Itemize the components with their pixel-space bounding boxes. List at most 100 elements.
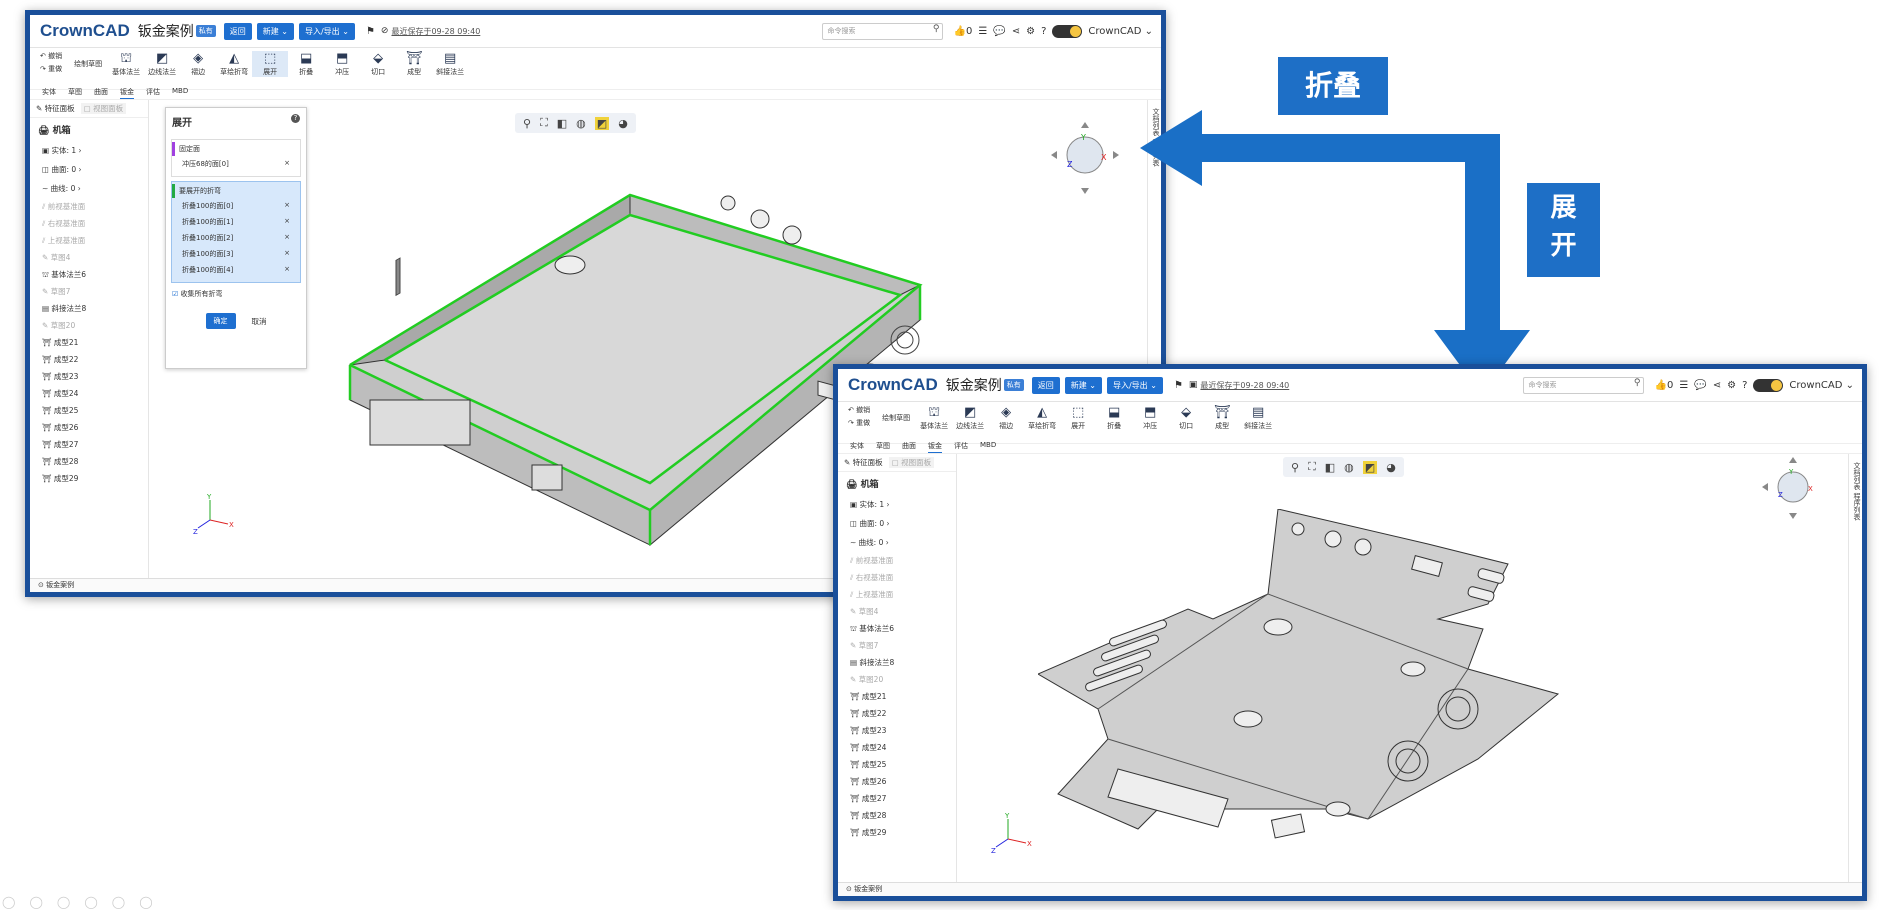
like-icon[interactable]: 👍0: [953, 26, 972, 37]
list-icon[interactable]: ☰: [978, 26, 987, 37]
tab-sheet-metal[interactable]: 钣金: [120, 87, 134, 99]
tree-item[interactable]: ⛩ 成型21: [838, 688, 956, 705]
remove-icon[interactable]: ×: [284, 233, 290, 243]
view-cube-icon[interactable]: ◧: [1325, 461, 1335, 474]
import-export-button[interactable]: 导入/导出 ⌄: [1106, 376, 1163, 394]
tree-item[interactable]: ⛩ 成型22: [838, 705, 956, 722]
tool-base-flange[interactable]: ⛫ 基体法兰: [916, 405, 952, 431]
ok-button[interactable]: 确定: [205, 313, 236, 329]
tree-item[interactable]: ⛩ 成型23: [838, 722, 956, 739]
tab-feature-panel[interactable]: ✎ 特征面板: [36, 103, 75, 114]
tree-item[interactable]: ✎ 草图7: [838, 637, 956, 654]
tree-item[interactable]: ⫽ 右视基准面: [838, 569, 956, 586]
sketch-button[interactable]: 绘制草图: [68, 51, 108, 69]
solid-count[interactable]: ▣ 实体: 1 ›: [30, 141, 148, 160]
display-mode-icon[interactable]: ◕: [1386, 461, 1396, 474]
tree-item[interactable]: ▤ 斜接法兰8: [30, 300, 148, 317]
tool-cut[interactable]: ⬙ 切口: [360, 51, 396, 77]
tab-solid[interactable]: 实体: [850, 441, 864, 453]
tab-view-panel[interactable]: ▢ 视图面板: [80, 103, 127, 114]
tab-evaluate[interactable]: 评估: [954, 441, 968, 453]
tree-item[interactable]: ⛩ 成型27: [838, 790, 956, 807]
redo-button[interactable]: ↷ 重做: [848, 418, 870, 428]
like-icon[interactable]: 👍0: [1654, 380, 1673, 391]
new-button[interactable]: 新建 ⌄: [256, 22, 294, 40]
bend-selection[interactable]: 折叠100的面[3] ×: [172, 246, 300, 262]
tree-item[interactable]: ⛩ 成型24: [838, 739, 956, 756]
gear-icon[interactable]: ⚙: [1026, 26, 1035, 37]
fixed-face-selection[interactable]: 冲压68的面[0] ×: [172, 156, 300, 172]
zoom-icon[interactable]: ⚲: [523, 117, 531, 130]
tab-solid[interactable]: 实体: [42, 87, 56, 99]
undo-button[interactable]: ↶ 撤销: [848, 405, 870, 415]
user-menu[interactable]: CrownCAD ⌄: [1789, 380, 1854, 391]
fit-view-icon[interactable]: ⛶: [1308, 460, 1316, 474]
tree-item[interactable]: ⛩ 成型26: [30, 419, 148, 436]
tree-item[interactable]: ⛩ 成型29: [838, 824, 956, 841]
help-icon[interactable]: ?: [1742, 380, 1747, 391]
tree-item[interactable]: ✎ 草图7: [30, 283, 148, 300]
tree-item[interactable]: ⫽ 上视基准面: [30, 232, 148, 249]
shaded-icon[interactable]: ◩: [1362, 460, 1378, 474]
tree-root[interactable]: 🖨 机箱: [30, 118, 148, 141]
fixed-face-group[interactable]: 固定面 冲压68的面[0] ×: [171, 139, 301, 177]
collect-all-bends-checkbox[interactable]: ☑ 收集所有折弯: [172, 289, 300, 299]
tool-fold[interactable]: ⬓ 折叠: [288, 51, 324, 77]
tree-item[interactable]: ⛩ 成型25: [838, 756, 956, 773]
new-button[interactable]: 新建 ⌄: [1064, 376, 1102, 394]
unfolded-model-viewport[interactable]: [1038, 509, 1598, 869]
tree-item[interactable]: ✎ 草图4: [30, 249, 148, 266]
remove-icon[interactable]: ×: [284, 159, 290, 169]
comment-icon[interactable]: 💬: [993, 26, 1005, 37]
tool-sketch-bend[interactable]: ◭ 草绘折弯: [1024, 405, 1060, 431]
tool-hem[interactable]: ◈ 褶边: [180, 51, 216, 77]
tree-item[interactable]: ⫽ 前视基准面: [30, 198, 148, 215]
view-cube[interactable]: Y X Z: [1045, 110, 1125, 200]
tab-sketch[interactable]: 草图: [876, 441, 890, 453]
comment-icon[interactable]: 💬: [1694, 380, 1706, 391]
tab-surface[interactable]: 曲面: [902, 441, 916, 453]
surface-count[interactable]: ◫ 曲面: 0 ›: [30, 160, 148, 179]
tree-item[interactable]: ⛫ 基体法兰6: [30, 266, 148, 283]
tree-item[interactable]: ⛩ 成型29: [30, 470, 148, 487]
tab-view-panel[interactable]: ▢ 视图面板: [888, 457, 935, 468]
share-icon[interactable]: ⋖: [1713, 380, 1721, 391]
tool-unfold[interactable]: ⬚ 展开: [1060, 405, 1096, 431]
remove-icon[interactable]: ×: [284, 201, 290, 211]
tool-sketch-bend[interactable]: ◭ 草绘折弯: [216, 51, 252, 77]
tool-miter-flange[interactable]: ▤ 斜接法兰: [1240, 405, 1276, 431]
tree-item[interactable]: ⫽ 右视基准面: [30, 215, 148, 232]
remove-icon[interactable]: ×: [284, 217, 290, 227]
zoom-icon[interactable]: ⚲: [1291, 461, 1299, 474]
tree-item[interactable]: ✎ 草图4: [838, 603, 956, 620]
tree-item[interactable]: ⛩ 成型22: [30, 351, 148, 368]
tree-item[interactable]: ⫽ 前视基准面: [838, 552, 956, 569]
flag-icon[interactable]: ⚑: [366, 26, 375, 37]
tree-item[interactable]: ⫽ 上视基准面: [838, 586, 956, 603]
render-icon[interactable]: ◍: [1344, 461, 1354, 474]
save-icon[interactable]: ▣: [1189, 380, 1198, 390]
view-cube-icon[interactable]: ◧: [557, 117, 567, 130]
tree-item[interactable]: ⛩ 成型26: [838, 773, 956, 790]
tree-item[interactable]: ▤ 斜接法兰8: [838, 654, 956, 671]
tree-item[interactable]: ✎ 草图20: [30, 317, 148, 334]
remove-icon[interactable]: ×: [284, 265, 290, 275]
curve-count[interactable]: ∼ 曲线: 0 ›: [838, 533, 956, 552]
tab-mbd[interactable]: MBD: [980, 441, 996, 453]
fit-view-icon[interactable]: ⛶: [540, 116, 548, 130]
tool-base-flange[interactable]: ⛫ 基体法兰: [108, 51, 144, 77]
bends-group[interactable]: 要展开的折弯 折叠100的面[0] × 折叠100的面[1] × 折叠100的面[2…: [171, 181, 301, 283]
tab-evaluate[interactable]: 评估: [146, 87, 160, 99]
tab-sketch[interactable]: 草图: [68, 87, 82, 99]
tab-feature-panel[interactable]: ✎ 特征面板: [844, 457, 883, 468]
tool-fold[interactable]: ⬓ 折叠: [1096, 405, 1132, 431]
command-search-input[interactable]: 命令搜索 ⚲: [822, 22, 944, 40]
remove-icon[interactable]: ×: [284, 249, 290, 259]
tool-form[interactable]: ⛩ 成型: [1204, 405, 1240, 431]
sketch-button[interactable]: 绘制草图: [876, 405, 916, 423]
bend-selection[interactable]: 折叠100的面[4] ×: [172, 262, 300, 278]
tool-edge-flange[interactable]: ◩ 边线法兰: [144, 51, 180, 77]
theme-toggle[interactable]: [1052, 24, 1083, 38]
tool-stamp[interactable]: ⬒ 冲压: [1132, 405, 1168, 431]
tree-item[interactable]: ⛩ 成型23: [30, 368, 148, 385]
